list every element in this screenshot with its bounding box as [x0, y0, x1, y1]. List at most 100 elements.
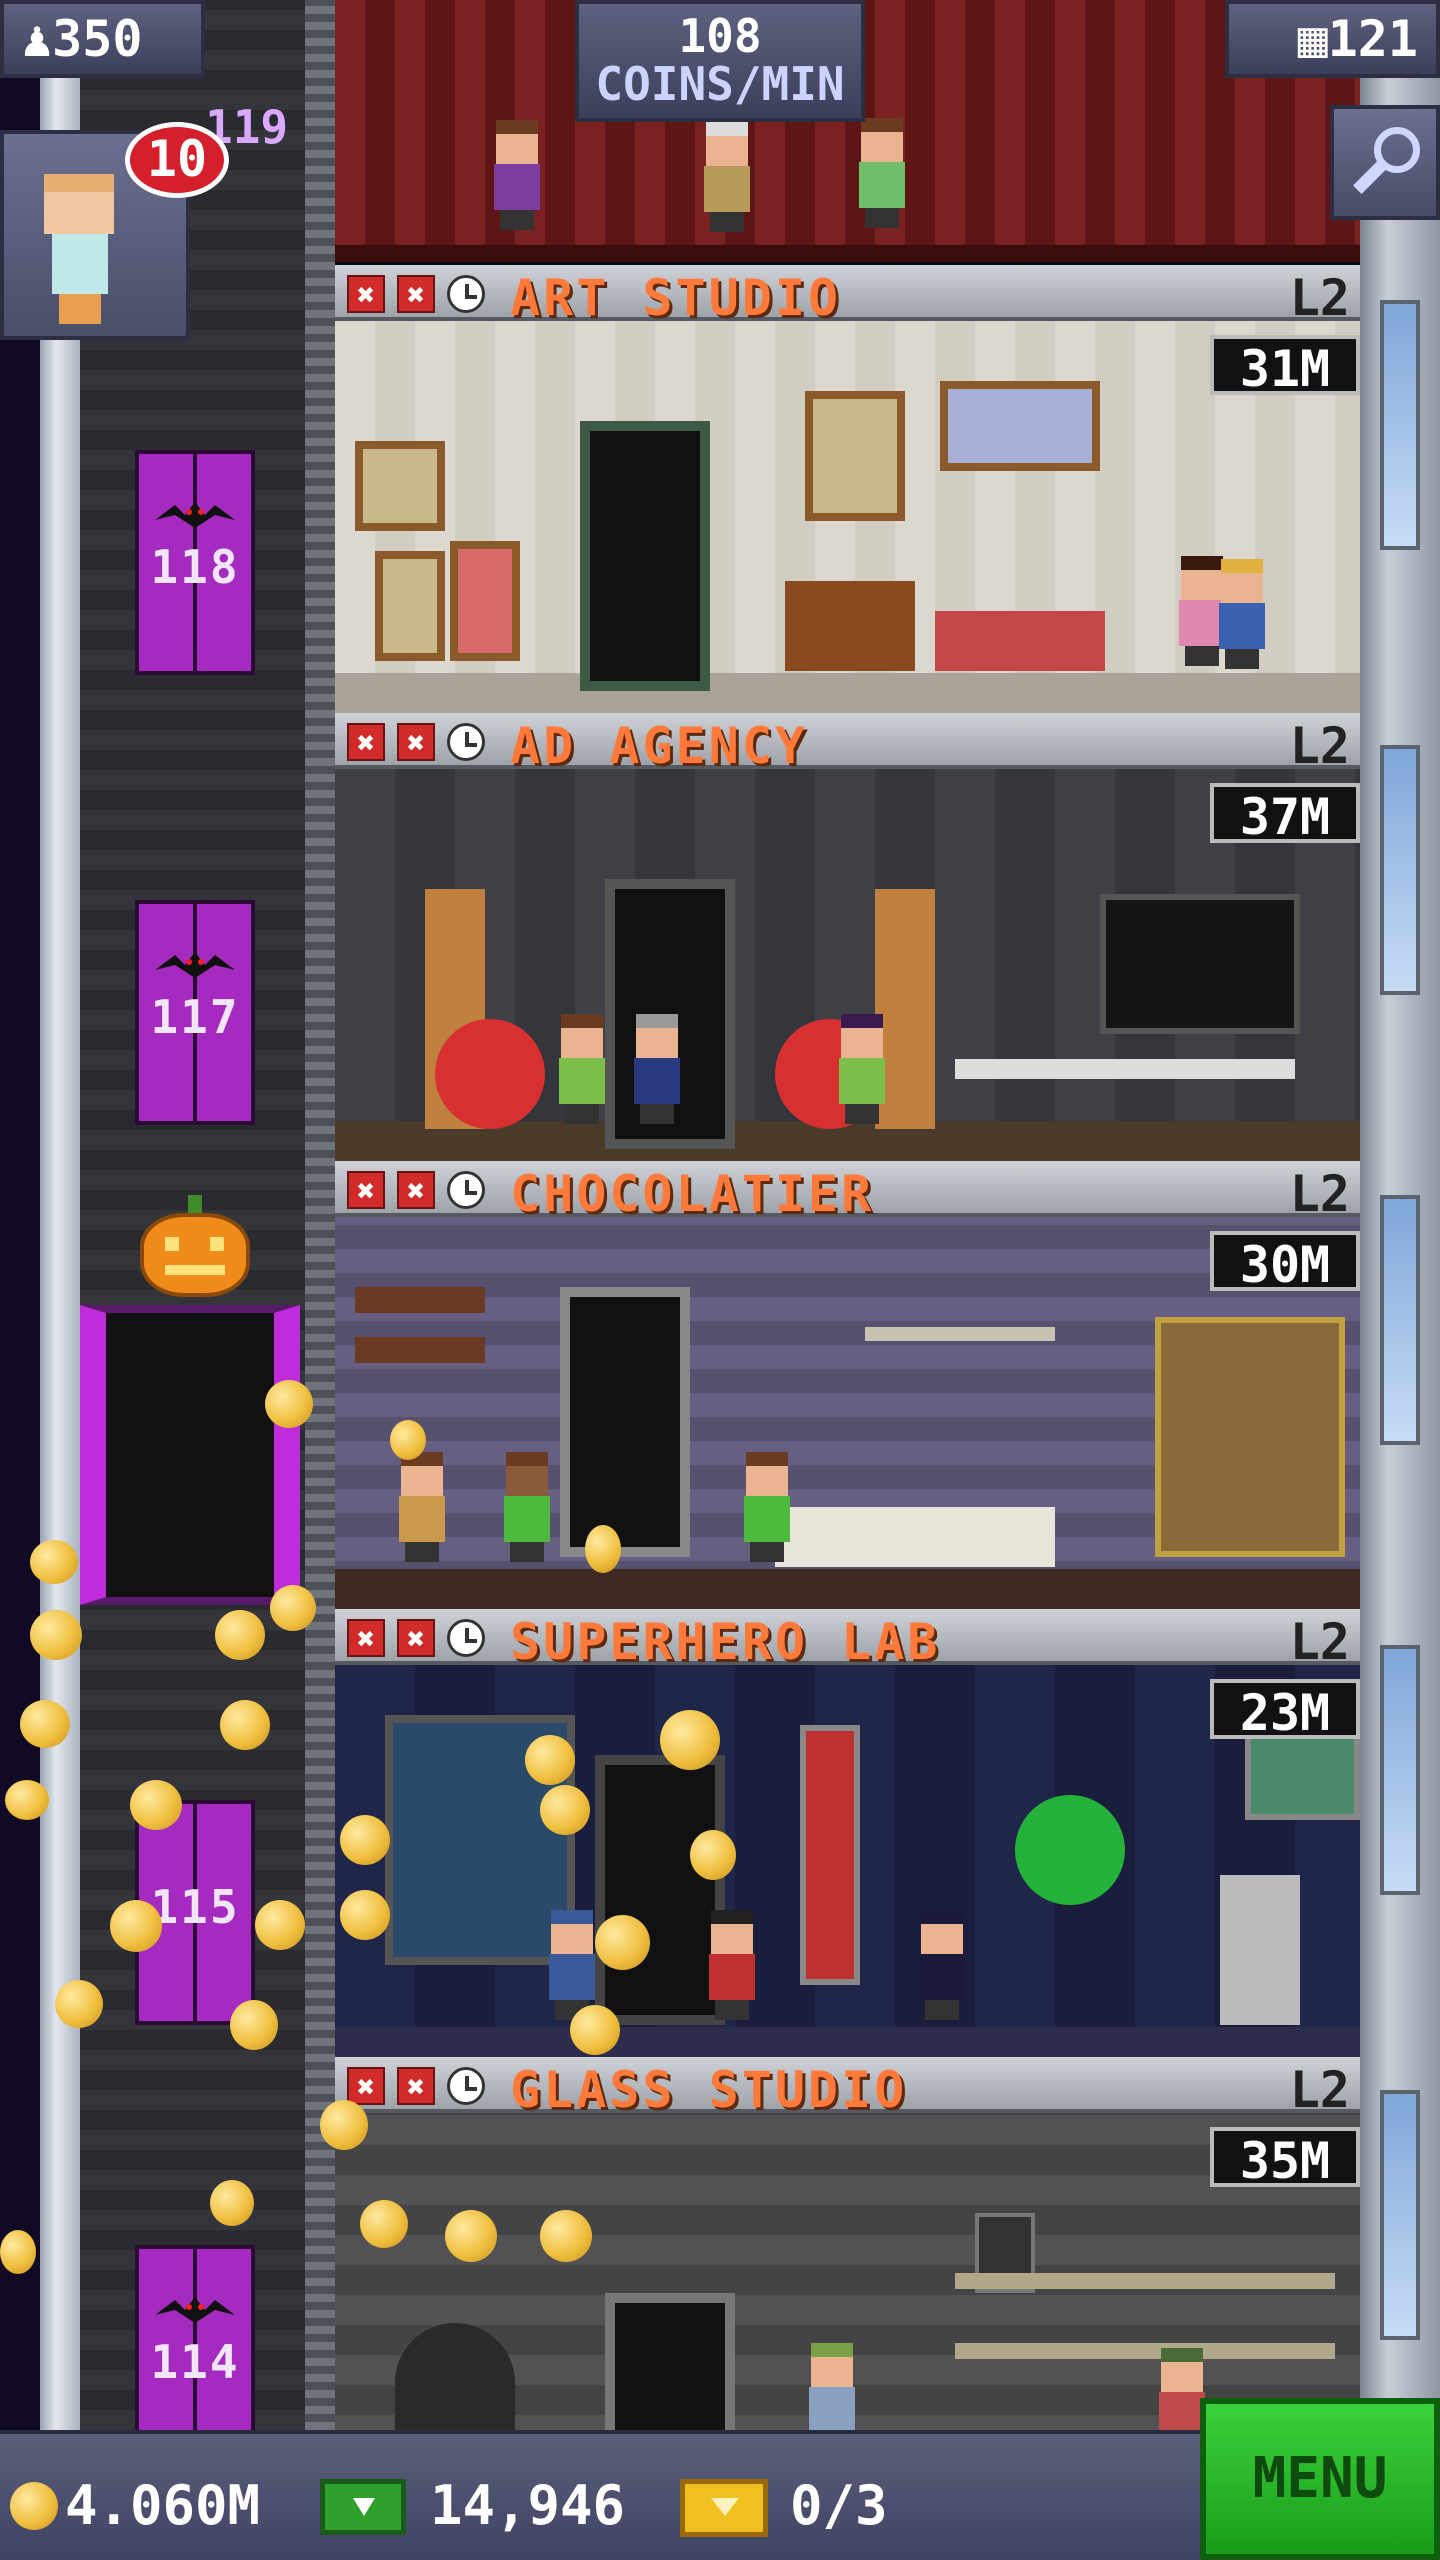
shelf — [865, 1327, 1055, 1341]
resident[interactable] — [395, 1452, 449, 1562]
close-icon[interactable]: ✖ — [397, 1619, 435, 1657]
tickets-count[interactable]: 0/3 — [790, 2474, 888, 2537]
coin[interactable] — [445, 2210, 497, 2262]
resident[interactable] — [805, 2343, 859, 2430]
resident[interactable] — [915, 1910, 969, 2020]
tower-pillar — [40, 0, 80, 2430]
room-interior[interactable] — [335, 2113, 1360, 2430]
resident[interactable] — [740, 1452, 794, 1562]
coin[interactable] — [525, 1735, 575, 1785]
floor-header: ✖ ✖ CHOCOLATIER L2 — [335, 1161, 1360, 1223]
coin[interactable] — [110, 1900, 162, 1952]
coin[interactable] — [595, 1915, 650, 1970]
close-icon[interactable]: ✖ — [347, 275, 385, 313]
clock-icon — [447, 723, 485, 761]
resident[interactable] — [545, 1910, 599, 2020]
coin[interactable] — [570, 2005, 620, 2055]
close-icon[interactable]: ✖ — [397, 723, 435, 761]
shelf — [955, 2343, 1335, 2359]
floor-timer: 31M — [1210, 335, 1360, 398]
coin[interactable] — [690, 1830, 736, 1880]
floor-timer: 23M — [1210, 1679, 1360, 1742]
coin[interactable] — [220, 1700, 270, 1750]
clock-icon — [447, 275, 485, 313]
floor-name: CHOCOLATIER — [510, 1165, 875, 1223]
coin[interactable] — [130, 1780, 182, 1830]
room-interior[interactable] — [335, 1217, 1360, 1609]
coin[interactable] — [30, 1610, 82, 1660]
floor-level: L2 — [1289, 269, 1350, 327]
floor-chocolatier[interactable]: ✖ ✖ CHOCOLATIER L2 30M — [335, 1161, 1360, 1609]
room-interior[interactable] — [335, 1665, 1360, 2057]
floor-superhero-lab[interactable]: ✖ ✖ SUPERHERO LAB L2 23M — [335, 1609, 1360, 2057]
coin[interactable] — [210, 2180, 254, 2226]
coin[interactable] — [320, 2100, 368, 2150]
floor-level: L2 — [1289, 1613, 1350, 1671]
close-icon[interactable]: ✖ — [347, 1619, 385, 1657]
bux-icon — [320, 2479, 406, 2535]
close-icon[interactable]: ✖ — [397, 275, 435, 313]
search-button[interactable] — [1330, 105, 1440, 220]
coin[interactable] — [540, 1785, 590, 1835]
close-icon[interactable]: ✖ — [397, 2067, 435, 2105]
close-icon[interactable]: ✖ — [347, 2067, 385, 2105]
floor-name: SUPERHERO LAB — [510, 1613, 941, 1671]
coin-icon — [10, 2482, 58, 2530]
coin[interactable] — [5, 1780, 49, 1820]
coin[interactable] — [0, 2230, 36, 2274]
population-icon: ♟ — [22, 10, 53, 68]
coin[interactable] — [30, 1540, 78, 1584]
building-window — [1380, 300, 1420, 550]
room-interior[interactable] — [335, 321, 1360, 713]
resident[interactable] — [705, 1910, 759, 2020]
close-icon[interactable]: ✖ — [347, 723, 385, 761]
resident[interactable] — [1215, 559, 1269, 669]
furnace — [395, 2323, 515, 2430]
floors-icon: ▦ — [1297, 10, 1328, 68]
floor-art-studio[interactable]: ✖ ✖ ART STUDIO L2 31M — [335, 265, 1360, 713]
resident[interactable] — [490, 120, 544, 230]
coin[interactable] — [540, 2210, 592, 2262]
population-counter[interactable]: ♟350 — [0, 0, 205, 78]
coin[interactable] — [340, 1815, 390, 1865]
coin[interactable] — [390, 1420, 426, 1460]
room-interior[interactable] — [335, 769, 1360, 1161]
coin[interactable] — [270, 1585, 316, 1631]
table — [935, 611, 1105, 671]
painting — [805, 391, 905, 521]
coins-total[interactable]: 4.060M — [65, 2474, 260, 2537]
bat-icon — [155, 952, 235, 978]
coin[interactable] — [265, 1380, 313, 1428]
resident[interactable] — [700, 122, 754, 232]
coins-per-minute[interactable]: 108 COINS/MIN — [575, 0, 865, 122]
bat-icon — [155, 2297, 235, 2323]
pumpkin-icon — [120, 1195, 270, 1305]
coin[interactable] — [230, 2000, 278, 2050]
resident[interactable] — [555, 1014, 609, 1124]
coin[interactable] — [20, 1700, 70, 1748]
ticket-icon — [680, 2479, 768, 2537]
resident[interactable] — [855, 118, 909, 228]
desk — [785, 581, 915, 671]
coin[interactable] — [585, 1525, 621, 1573]
shelf — [355, 1337, 485, 1363]
floor-header: ✖ ✖ AD AGENCY L2 — [335, 713, 1360, 775]
bux-total[interactable]: 14,946 — [430, 2474, 625, 2537]
close-icon[interactable]: ✖ — [347, 1171, 385, 1209]
close-icon[interactable]: ✖ — [397, 1171, 435, 1209]
coin[interactable] — [360, 2200, 408, 2248]
coins-rate-unit: COINS/MIN — [595, 57, 845, 111]
coin[interactable] — [215, 1610, 265, 1660]
elevator-car[interactable] — [80, 1305, 300, 1605]
coin[interactable] — [340, 1890, 390, 1940]
floor-counter[interactable]: ▦121 — [1225, 0, 1440, 78]
coin[interactable] — [55, 1980, 103, 2028]
menu-button[interactable]: MENU — [1200, 2398, 1440, 2560]
floor-header: ✖ ✖ GLASS STUDIO L2 — [335, 2057, 1360, 2119]
resident[interactable] — [500, 1452, 554, 1562]
resident[interactable] — [835, 1014, 889, 1124]
resident[interactable] — [630, 1014, 684, 1124]
coin[interactable] — [255, 1900, 305, 1950]
floor-ad-agency[interactable]: ✖ ✖ AD AGENCY L2 37M — [335, 713, 1360, 1161]
coin[interactable] — [660, 1710, 720, 1770]
